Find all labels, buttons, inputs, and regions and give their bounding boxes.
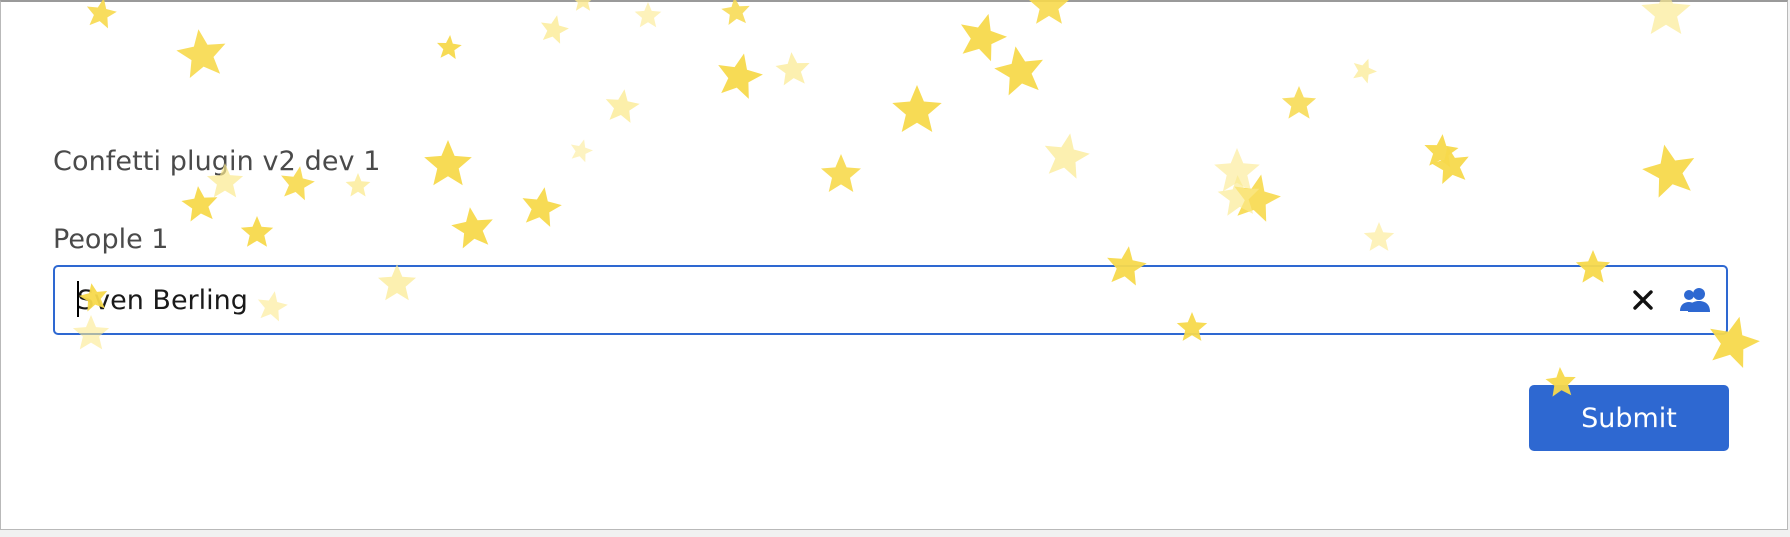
people-field-label: People 1 bbox=[53, 224, 169, 255]
form-title: Confetti plugin v2 dev 1 bbox=[53, 146, 381, 177]
submit-button[interactable]: Submit bbox=[1529, 385, 1729, 451]
people-icon bbox=[1680, 288, 1710, 312]
close-icon bbox=[1633, 290, 1653, 310]
people-input[interactable] bbox=[77, 279, 1637, 321]
people-picker[interactable] bbox=[53, 265, 1728, 335]
people-picker-button[interactable] bbox=[1675, 279, 1715, 321]
text-caret bbox=[77, 281, 79, 317]
clear-button[interactable] bbox=[1625, 281, 1661, 319]
form-panel: Confetti plugin v2 dev 1 People 1 Submit bbox=[0, 0, 1788, 530]
